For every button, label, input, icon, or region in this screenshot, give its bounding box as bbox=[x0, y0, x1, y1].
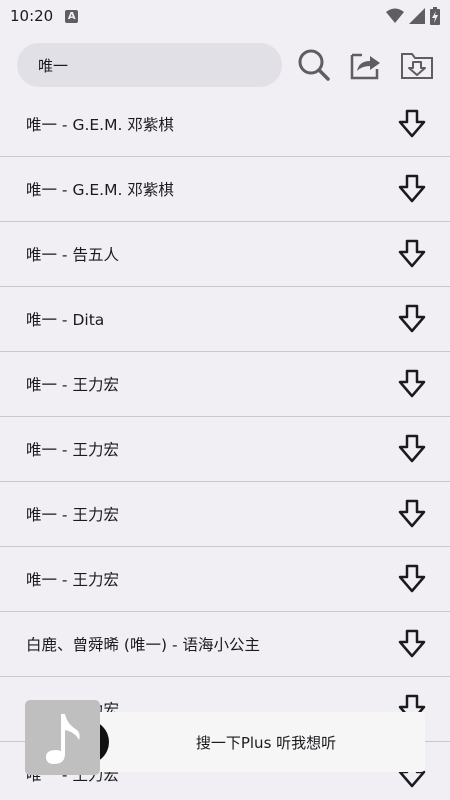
song-title: 唯一 - G.E.M. 邓紫棋 bbox=[26, 181, 174, 199]
player-panel[interactable]: 搜一下Plus 听我想听 bbox=[83, 712, 425, 772]
search-icon[interactable] bbox=[297, 48, 331, 82]
download-icon[interactable] bbox=[398, 369, 426, 399]
download-icon[interactable] bbox=[398, 434, 426, 464]
status-icons bbox=[386, 7, 440, 25]
signal-icon bbox=[409, 8, 425, 24]
wifi-icon bbox=[386, 8, 404, 23]
song-list: 唯一 - G.E.M. 邓紫棋 唯一 - G.E.M. 邓紫棋 唯一 - 告五人… bbox=[0, 92, 450, 800]
download-folder-icon[interactable] bbox=[400, 48, 434, 82]
player-text: 搜一下Plus 听我想听 bbox=[195, 733, 337, 752]
song-row[interactable]: 唯一 - 王力宏 bbox=[0, 547, 450, 612]
album-cover[interactable] bbox=[25, 700, 100, 775]
top-bar: 唯一 bbox=[0, 32, 450, 98]
song-row[interactable]: 唯一 - 王力宏 bbox=[0, 417, 450, 482]
song-title: 唯一 - 王力宏 bbox=[26, 376, 119, 394]
share-icon[interactable] bbox=[348, 48, 382, 82]
mini-player[interactable]: 搜一下Plus 听我想听 bbox=[25, 700, 425, 775]
song-title: 白鹿、曾舜晞 (唯一) - 语海小公主 bbox=[26, 636, 260, 654]
song-title: 唯一 - 告五人 bbox=[26, 246, 119, 264]
song-title: 唯一 - 王力宏 bbox=[26, 441, 119, 459]
download-icon[interactable] bbox=[398, 304, 426, 334]
song-row[interactable]: 唯一 - 王力宏 bbox=[0, 352, 450, 417]
song-row[interactable]: 唯一 - 告五人 bbox=[0, 222, 450, 287]
search-input[interactable]: 唯一 bbox=[17, 43, 282, 87]
download-icon[interactable] bbox=[398, 109, 426, 139]
song-title: 唯一 - 王力宏 bbox=[26, 571, 119, 589]
song-row[interactable]: 唯一 - Dita bbox=[0, 287, 450, 352]
song-title: 唯一 - G.E.M. 邓紫棋 bbox=[26, 116, 174, 134]
status-bar: 10:20 A bbox=[0, 0, 450, 32]
status-time: 10:20 bbox=[10, 7, 54, 25]
song-title: 唯一 - 王力宏 bbox=[26, 506, 119, 524]
download-icon[interactable] bbox=[398, 239, 426, 269]
song-row[interactable]: 唯一 - G.E.M. 邓紫棋 bbox=[0, 92, 450, 157]
song-row[interactable]: 唯一 - G.E.M. 邓紫棋 bbox=[0, 157, 450, 222]
song-title: 唯一 - Dita bbox=[26, 311, 105, 329]
download-icon[interactable] bbox=[398, 629, 426, 659]
download-icon[interactable] bbox=[398, 499, 426, 529]
song-row[interactable]: 唯一 - 王力宏 bbox=[0, 482, 450, 547]
battery-icon bbox=[430, 7, 440, 25]
download-icon[interactable] bbox=[398, 564, 426, 594]
song-row[interactable]: 白鹿、曾舜晞 (唯一) - 语海小公主 bbox=[0, 612, 450, 677]
music-note-icon bbox=[45, 713, 80, 764]
notification-icon: A bbox=[65, 9, 79, 23]
download-icon[interactable] bbox=[398, 174, 426, 204]
